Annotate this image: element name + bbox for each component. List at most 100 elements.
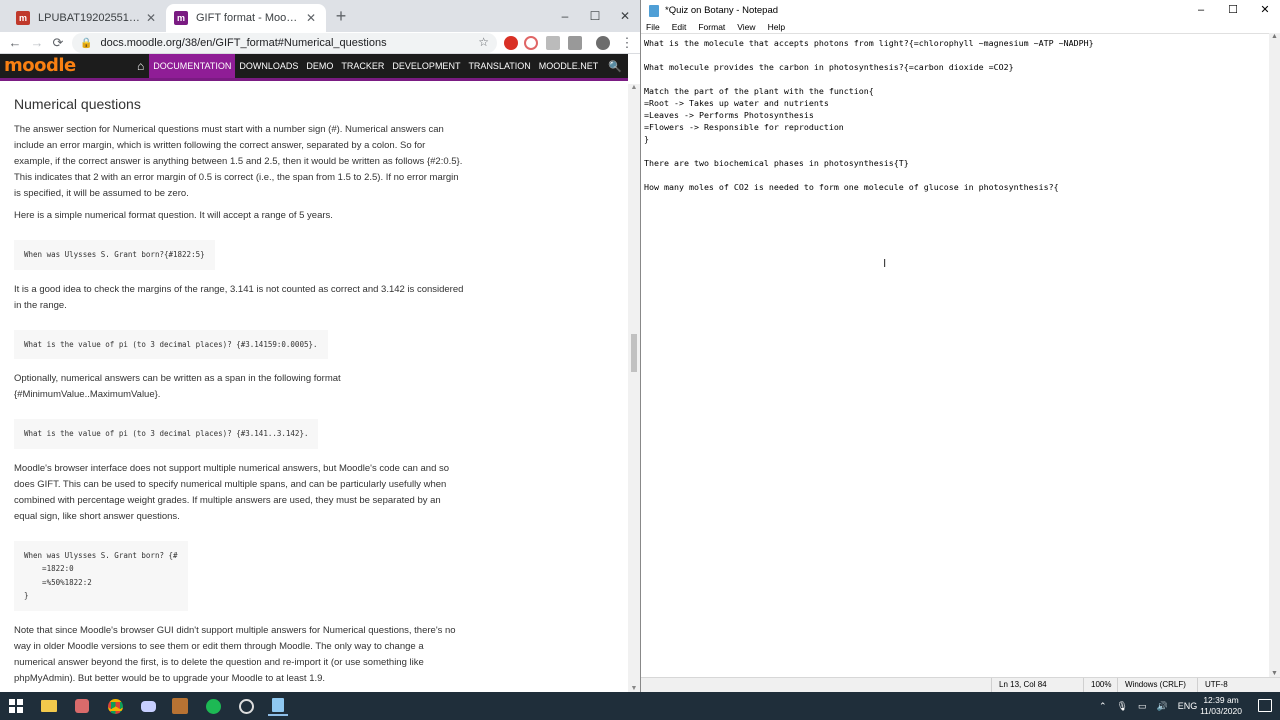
status-bar: Ln 13, Col 84 100% Windows (CRLF) UTF-8 [641, 677, 1280, 692]
maximize-button[interactable]: ☐ [1217, 0, 1249, 21]
profile-avatar[interactable] [596, 36, 610, 50]
moodle-docs-navbar: moodle ⌂ DOCUMENTATION DOWNLOADS DEMO TR… [0, 54, 628, 81]
paragraph: Moodle's browser interface does not supp… [14, 462, 450, 522]
tab-label: LPUBAT192025513145: Quiz on B [38, 12, 140, 24]
paragraph: It is a good idea to check the margins o… [14, 283, 464, 311]
maximize-button[interactable]: ☐ [580, 0, 610, 32]
zoom-level: 100% [1091, 680, 1112, 689]
text-line: What is the molecule that accepts photon… [644, 38, 1094, 48]
line-ending: Windows (CRLF) [1125, 680, 1186, 689]
windows-start-icon[interactable] [9, 699, 23, 713]
notepad-titlebar[interactable]: *Quiz on Botany - Notepad – ☐ ✕ [641, 0, 1280, 21]
chrome-window-controls: – ☐ ✕ [550, 0, 640, 32]
moodle-favicon-icon: m [16, 11, 30, 25]
scrollbar-thumb[interactable] [631, 334, 637, 372]
moodle-logo[interactable]: moodle [4, 55, 76, 76]
nav-moodle-net[interactable]: MOODLE.NET [535, 54, 603, 78]
ublock-extension-icon[interactable] [504, 36, 518, 50]
forward-arrow-icon[interactable]: → [28, 34, 46, 52]
browser-toolbar: ← → ⟳ 🔒 docs.moodle.org/38/en/GIFT_forma… [0, 32, 640, 54]
bookmark-star-icon[interactable]: ☆ [478, 35, 489, 49]
show-hidden-icons-icon[interactable]: ⌃ [1099, 701, 1107, 712]
text-line: How many moles of CO2 is needed to form … [644, 182, 1059, 192]
section-heading: Numerical questions [14, 96, 141, 112]
text-line: =Leaves -> Performs Photosynthesis [644, 110, 814, 120]
extension-icon[interactable] [546, 36, 560, 50]
text-line [644, 145, 1270, 157]
scroll-up-icon[interactable]: ▲ [1269, 33, 1280, 40]
network-icon[interactable]: ▭ [1138, 701, 1147, 712]
notepad-window-controls: – ☐ ✕ [1185, 0, 1280, 21]
spotify-icon[interactable] [203, 696, 223, 716]
tab-gift-format[interactable]: m GIFT format - MoodleDocs ✕ [166, 4, 326, 32]
menu-edit[interactable]: Edit [672, 22, 687, 32]
code-block: When was Ulysses S. Grant born?{#1822:5} [14, 240, 215, 270]
paragraph: Here is a simple numerical format questi… [14, 210, 333, 221]
text-line: =Root -> Takes up water and nutrients [644, 98, 829, 108]
notepad-window: *Quiz on Botany - Notepad – ☐ ✕ File Edi… [640, 0, 1280, 692]
snip-tool-icon[interactable] [72, 696, 92, 716]
address-bar[interactable]: 🔒 docs.moodle.org/38/en/GIFT_format#Nume… [72, 33, 497, 53]
game-app-icon[interactable] [170, 696, 190, 716]
minimize-button[interactable]: – [550, 0, 580, 32]
tab-label: GIFT format - MoodleDocs [196, 12, 300, 24]
file-explorer-icon[interactable] [39, 696, 59, 716]
text-line: Match the part of the plant with the fun… [644, 86, 874, 96]
text-line [644, 73, 1270, 85]
minimize-button[interactable]: – [1185, 0, 1217, 21]
home-icon[interactable]: ⌂ [132, 59, 149, 73]
nav-translation[interactable]: TRANSLATION [464, 54, 534, 78]
nav-documentation[interactable]: DOCUMENTATION [149, 54, 236, 78]
close-tab-icon[interactable]: ✕ [304, 11, 318, 25]
page-scrollbar[interactable]: ▲ ▼ [628, 84, 640, 692]
obs-icon[interactable] [236, 696, 256, 716]
menu-file[interactable]: File [646, 22, 660, 32]
close-tab-icon[interactable]: ✕ [144, 11, 158, 25]
new-tab-button[interactable]: + [332, 7, 350, 26]
text-line: } [644, 134, 649, 144]
close-window-button[interactable]: ✕ [1249, 0, 1280, 21]
menu-format[interactable]: Format [698, 22, 725, 32]
desktop: m LPUBAT192025513145: Quiz on B ✕ m GIFT… [0, 0, 1280, 720]
back-arrow-icon[interactable]: ← [6, 34, 24, 52]
language-indicator[interactable]: ENG [1178, 701, 1198, 711]
text-line [644, 49, 1270, 61]
editor-scrollbar[interactable]: ▲ ▼ [1269, 33, 1280, 677]
nav-downloads[interactable]: DOWNLOADS [235, 54, 302, 78]
encoding: UTF-8 [1205, 680, 1228, 689]
nav-demo[interactable]: DEMO [302, 54, 337, 78]
scroll-down-icon[interactable]: ▼ [1269, 670, 1280, 677]
notepad-icon[interactable] [268, 696, 288, 716]
microphone-icon[interactable]: 🎙 [1117, 701, 1128, 712]
close-window-button[interactable]: ✕ [610, 0, 640, 32]
text-editor-area[interactable]: What is the molecule that accepts photon… [641, 33, 1270, 677]
notepad-icon [649, 4, 659, 17]
article-content: Numerical questions The answer section f… [0, 84, 628, 692]
search-icon[interactable]: 🔍 [602, 60, 628, 73]
window-title: *Quiz on Botany - Notepad [665, 5, 779, 16]
discord-icon[interactable] [138, 696, 158, 716]
chrome-menu-icon[interactable]: ⋮ [618, 34, 636, 52]
chrome-icon[interactable] [105, 696, 125, 716]
clock[interactable]: 12:39 am 11/03/2020 [1200, 695, 1242, 717]
extension-icon[interactable] [524, 36, 538, 50]
notification-icon[interactable] [1258, 699, 1272, 712]
clock-time: 12:39 am [1203, 695, 1239, 705]
cursor-position: Ln 13, Col 84 [999, 680, 1047, 689]
extension-icon[interactable] [568, 36, 582, 50]
clock-date: 11/03/2020 [1200, 706, 1242, 716]
scroll-up-icon[interactable]: ▲ [628, 84, 640, 91]
menu-help[interactable]: Help [768, 22, 785, 32]
menu-view[interactable]: View [737, 22, 755, 32]
nav-development[interactable]: DEVELOPMENT [388, 54, 464, 78]
tab-quiz[interactable]: m LPUBAT192025513145: Quiz on B ✕ [8, 4, 166, 32]
code-block: What is the value of pi (to 3 decimal pl… [14, 419, 319, 449]
url-text: docs.moodle.org/38/en/GIFT_format#Numeri… [100, 37, 387, 49]
text-line: =Flowers -> Responsible for reproduction [644, 122, 844, 132]
nav-tracker[interactable]: TRACKER [337, 54, 388, 78]
speaker-icon[interactable]: 🔊 [1157, 701, 1168, 712]
windows-taskbar: ⌃ 🎙 ▭ 🔊 ENG 12:39 am 11/03/2020 [0, 692, 1280, 720]
scroll-down-icon[interactable]: ▼ [628, 685, 640, 692]
reload-icon[interactable]: ⟳ [49, 34, 67, 52]
menu-bar: File Edit Format View Help [641, 21, 1280, 33]
